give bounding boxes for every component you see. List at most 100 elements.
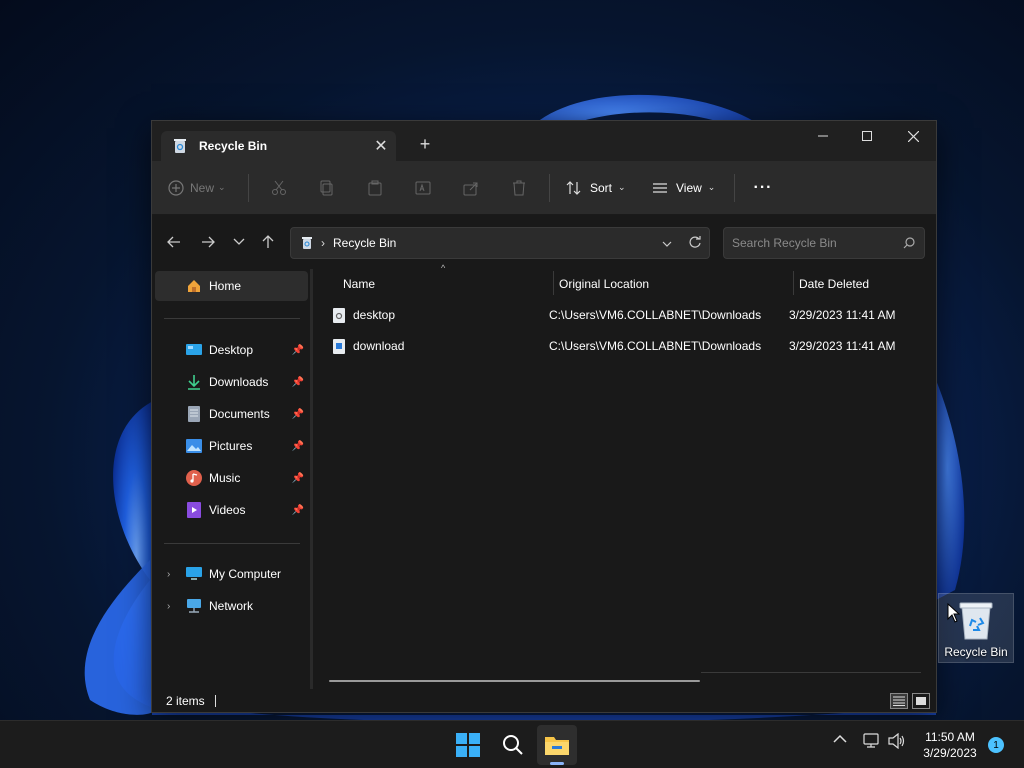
arrow-left-icon	[167, 236, 180, 248]
recycle-bin-icon	[174, 139, 186, 153]
file-explorer-window: Recycle Bin ✕ + New ⌄ Sort ⌄ View ⌄ ··· …	[151, 120, 937, 713]
search-input[interactable]	[732, 236, 894, 250]
new-tab-button[interactable]: +	[414, 133, 436, 155]
mouse-cursor-icon	[947, 603, 961, 623]
column-header-name[interactable]: Name ^	[343, 263, 551, 299]
sidebar-item-desktop[interactable]: Desktop 📌	[155, 335, 308, 365]
forward-button[interactable]	[196, 231, 220, 253]
toolbar-divider	[734, 173, 735, 202]
taskbar: 11:50 AM 3/29/2023 1	[0, 720, 1024, 768]
status-divider	[214, 695, 216, 707]
sort-label: Sort	[590, 180, 613, 195]
sidebar-item-videos[interactable]: Videos 📌	[155, 495, 308, 525]
network-tray-button[interactable]	[863, 733, 881, 752]
status-bar: 2 items	[152, 689, 936, 713]
large-icons-view-button[interactable]	[912, 693, 930, 709]
sidebar-item-music[interactable]: Music 📌	[155, 463, 308, 493]
maximize-button[interactable]	[844, 121, 890, 151]
file-list: Name ^ Original Location Date Deleted de…	[313, 263, 936, 689]
horizontal-scrollbar[interactable]	[329, 680, 700, 682]
music-icon	[185, 469, 203, 487]
sidebar-item-downloads[interactable]: Downloads 📌	[155, 367, 308, 397]
paste-icon	[368, 180, 382, 195]
tab-recycle-bin[interactable]: Recycle Bin ✕	[161, 131, 396, 161]
breadcrumb-separator[interactable]: ›	[321, 236, 325, 250]
search-taskbar-button[interactable]	[493, 725, 533, 765]
pin-icon[interactable]: 📌	[292, 473, 304, 484]
pin-icon[interactable]: 📌	[292, 505, 304, 516]
delete-button[interactable]	[495, 172, 543, 204]
chevron-down-icon: ⌄	[707, 182, 716, 192]
toolbar-divider	[248, 173, 249, 202]
column-header-original-location[interactable]: Original Location	[559, 269, 791, 299]
start-button[interactable]	[448, 725, 488, 765]
downloads-icon	[185, 373, 203, 391]
sidebar-item-label: Network	[209, 599, 254, 613]
table-row[interactable]: desktop C:\Users\VM6.COLLABNET\Downloads…	[313, 300, 936, 330]
documents-icon	[185, 405, 203, 423]
toolbar-divider	[549, 173, 550, 202]
notification-badge[interactable]: 1	[988, 737, 1004, 753]
address-dropdown-button[interactable]	[653, 236, 681, 250]
rename-icon	[415, 181, 431, 194]
home-icon	[185, 277, 203, 295]
details-view-button[interactable]	[890, 693, 908, 709]
chevron-down-icon: ⌄	[618, 182, 626, 192]
copy-icon	[320, 180, 333, 195]
chevron-right-icon[interactable]: ›	[167, 601, 170, 612]
sidebar-item-my-computer[interactable]: › My Computer	[155, 559, 308, 589]
new-button[interactable]: New ⌄	[168, 172, 242, 204]
recent-locations-button[interactable]	[227, 231, 251, 253]
search-box[interactable]	[723, 227, 925, 259]
file-date-cell: 3/29/2023 11:41 AM	[789, 308, 896, 322]
copy-button[interactable]	[303, 172, 351, 204]
clock[interactable]: 11:50 AM 3/29/2023	[915, 729, 985, 761]
column-divider[interactable]	[793, 271, 794, 295]
recycle-bin-icon	[959, 602, 993, 640]
chevron-right-icon[interactable]: ›	[167, 569, 170, 580]
file-name: desktop	[353, 308, 396, 322]
sidebar-item-documents[interactable]: Documents 📌	[155, 399, 308, 429]
view-button[interactable]: View ⌄	[642, 172, 728, 204]
table-row[interactable]: download C:\Users\VM6.COLLABNET\Download…	[313, 331, 936, 361]
column-label: Original Location	[559, 277, 650, 291]
sort-button[interactable]: Sort ⌄	[556, 172, 642, 204]
column-header-date-deleted[interactable]: Date Deleted	[799, 269, 929, 299]
column-label: Name	[343, 277, 376, 291]
search-icon[interactable]	[894, 237, 924, 249]
breadcrumb-recycle-bin[interactable]: Recycle Bin	[333, 236, 653, 250]
pin-icon[interactable]: 📌	[292, 377, 304, 388]
chevron-down-icon: ⌄	[218, 182, 226, 192]
share-button[interactable]	[447, 172, 495, 204]
file-name-cell: download	[333, 331, 404, 361]
file-location-cell: C:\Users\VM6.COLLABNET\Downloads	[549, 308, 762, 322]
chevron-down-icon	[233, 238, 245, 245]
search-icon	[503, 735, 523, 755]
sidebar-item-home[interactable]: Home	[155, 271, 308, 301]
pin-icon[interactable]: 📌	[292, 441, 304, 452]
refresh-button[interactable]	[681, 235, 709, 251]
up-button[interactable]	[256, 231, 280, 253]
rename-button[interactable]	[399, 172, 447, 204]
sidebar-item-pictures[interactable]: Pictures 📌	[155, 431, 308, 461]
back-button[interactable]	[162, 231, 186, 253]
close-tab-icon[interactable]: ✕	[366, 136, 396, 156]
minimize-button[interactable]	[800, 121, 846, 151]
pictures-icon	[185, 437, 203, 455]
volume-button[interactable]	[888, 732, 906, 752]
pin-icon[interactable]: 📌	[292, 409, 304, 420]
title-bar: Recycle Bin ✕ +	[152, 121, 936, 161]
sidebar-item-network[interactable]: › Network	[155, 591, 308, 621]
more-options-button[interactable]: ···	[741, 172, 785, 204]
cut-button[interactable]	[255, 172, 303, 204]
pin-icon[interactable]: 📌	[292, 345, 304, 356]
address-bar[interactable]: › Recycle Bin	[290, 227, 710, 259]
command-bar: New ⌄ Sort ⌄ View ⌄ ···	[152, 161, 936, 215]
sidebar-item-label: Desktop	[209, 343, 254, 357]
file-explorer-taskbar-button[interactable]	[537, 725, 577, 765]
paste-button[interactable]	[351, 172, 399, 204]
show-hidden-icons-button[interactable]	[833, 733, 847, 747]
column-divider[interactable]	[553, 271, 554, 295]
view-icon	[653, 182, 667, 193]
close-window-button[interactable]	[890, 121, 936, 151]
